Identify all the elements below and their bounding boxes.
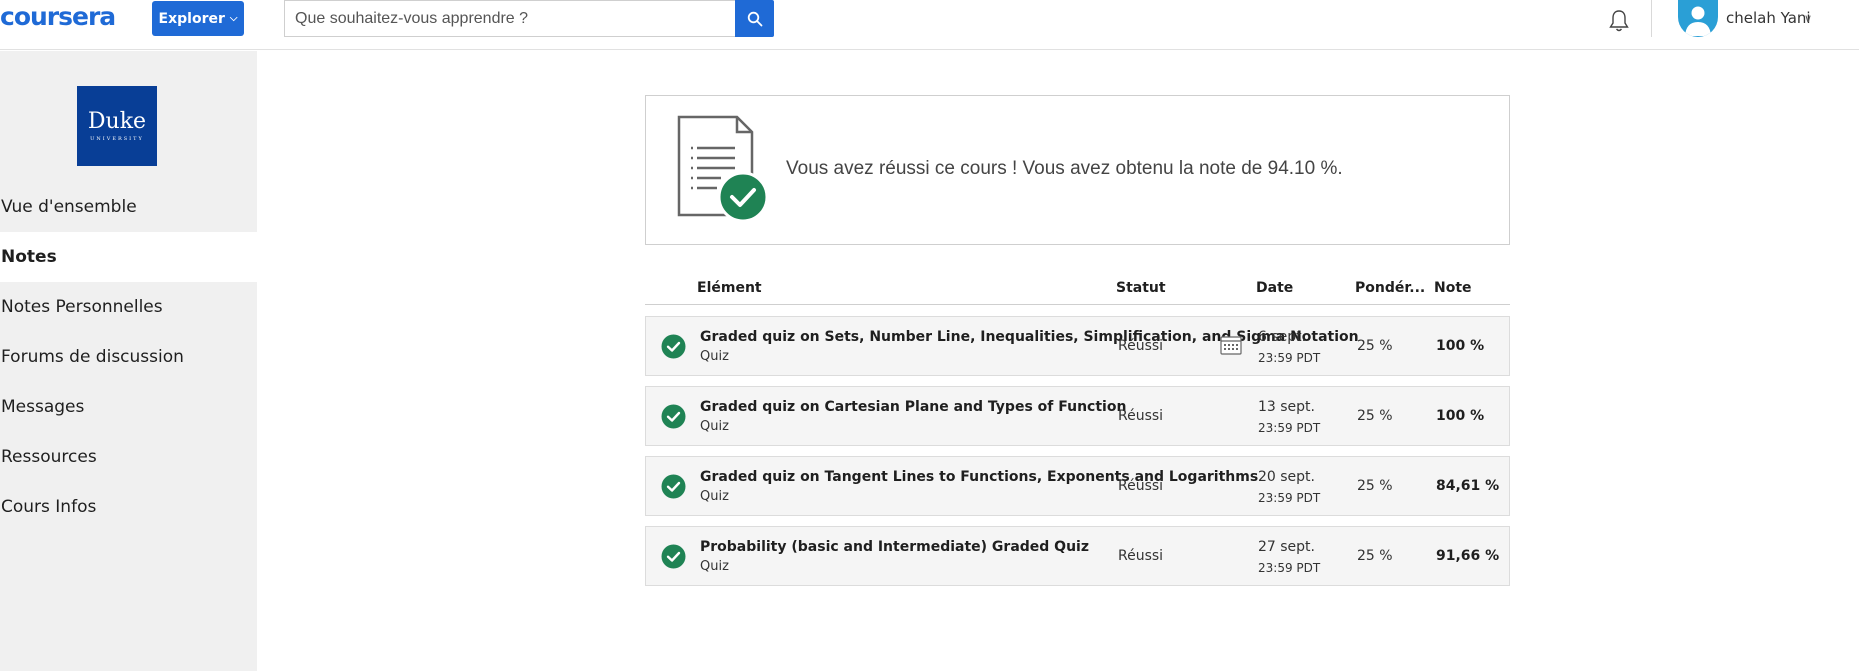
item-title-link[interactable]: Graded quiz on Cartesian Plane and Types…: [700, 399, 1126, 415]
success-check-icon: [661, 334, 686, 359]
item-grade: 84,61 %: [1436, 478, 1500, 494]
item-date: 13 sept.: [1258, 399, 1315, 415]
sidebar-item-resources[interactable]: Ressources: [0, 432, 257, 482]
search-button[interactable]: [735, 0, 774, 37]
table-row[interactable]: Graded quiz on Cartesian Plane and Types…: [645, 386, 1510, 446]
sidebar-item-forums[interactable]: Forums de discussion: [0, 332, 257, 382]
explore-button[interactable]: Explorer ⌵: [152, 1, 244, 36]
item-type: Quiz: [700, 489, 729, 504]
coursera-logo[interactable]: coursera: [0, 0, 116, 34]
item-type: Quiz: [700, 419, 729, 434]
document-check-icon: [677, 115, 767, 223]
table-row[interactable]: Graded quiz on Tangent Lines to Function…: [645, 456, 1510, 516]
header-date[interactable]: Date: [1256, 280, 1293, 296]
sidebar-item-grades[interactable]: Notes: [0, 232, 257, 282]
header-divider: [1651, 0, 1652, 37]
success-check-icon: [661, 474, 686, 499]
item-type: Quiz: [700, 559, 729, 574]
header-item[interactable]: Elément: [697, 280, 762, 296]
item-weight: 25 %: [1357, 548, 1393, 564]
chevron-down-icon[interactable]: ∨: [1804, 12, 1812, 25]
item-status: Réussi: [1118, 548, 1164, 564]
top-header: coursera Explorer ⌵ chelah Yani ∨: [0, 0, 1859, 50]
item-grade: 91,66 %: [1436, 548, 1500, 564]
item-grade: 100 %: [1436, 338, 1485, 354]
user-name[interactable]: chelah Yani: [1726, 9, 1811, 27]
item-date: 27 sept.: [1258, 539, 1315, 555]
item-title-link[interactable]: Graded quiz on Tangent Lines to Function…: [700, 469, 1258, 485]
user-icon: [1685, 6, 1711, 36]
sidebar-item-label: Forums de discussion: [1, 347, 184, 367]
item-date: 6 sept.: [1258, 329, 1307, 345]
item-time: 23:59 PDT: [1258, 491, 1321, 505]
header-grade[interactable]: Note: [1434, 280, 1472, 296]
grades-table-header: Elément Statut Date Pondér... Note: [645, 275, 1510, 305]
sidebar-item-label: Ressources: [1, 447, 97, 467]
sidebar-item-label: Vue d'ensemble: [1, 197, 137, 217]
item-grade: 100 %: [1436, 408, 1485, 424]
calendar-icon[interactable]: [1220, 335, 1242, 355]
item-time: 23:59 PDT: [1258, 561, 1321, 575]
item-title-link[interactable]: Probability (basic and Intermediate) Gra…: [700, 539, 1089, 555]
item-status: Réussi: [1118, 338, 1164, 354]
item-time: 23:59 PDT: [1258, 351, 1321, 365]
item-status: Réussi: [1118, 408, 1164, 424]
explore-label: Explorer: [158, 10, 225, 27]
success-check-icon: [661, 544, 686, 569]
item-time: 23:59 PDT: [1258, 421, 1321, 435]
sidebar: Duke UNIVERSITY Vue d'ensemble Notes Not…: [0, 51, 257, 671]
search-icon: [747, 11, 762, 26]
item-weight: 25 %: [1357, 478, 1393, 494]
sidebar-item-messages[interactable]: Messages: [0, 382, 257, 432]
bell-icon[interactable]: [1606, 8, 1632, 34]
sidebar-item-label: Notes Personnelles: [1, 297, 163, 317]
sidebar-item-course-info[interactable]: Cours Infos: [0, 482, 257, 532]
item-type: Quiz: [700, 349, 729, 364]
success-check-icon: [661, 404, 686, 429]
avatar[interactable]: [1678, 0, 1718, 37]
logo-line2: UNIVERSITY: [90, 136, 144, 142]
course-passed-message: Vous avez réussi ce cours ! Vous avez ob…: [786, 158, 1343, 179]
chevron-down-icon: ⌵: [229, 13, 238, 24]
item-weight: 25 %: [1357, 338, 1393, 354]
course-passed-banner: Vous avez réussi ce cours ! Vous avez ob…: [645, 95, 1510, 245]
duke-university-logo[interactable]: Duke UNIVERSITY: [77, 86, 157, 166]
header-status[interactable]: Statut: [1116, 280, 1166, 296]
search-input[interactable]: [284, 0, 735, 37]
table-row[interactable]: Probability (basic and Intermediate) Gra…: [645, 526, 1510, 586]
sidebar-item-overview[interactable]: Vue d'ensemble: [0, 182, 257, 232]
sidebar-item-label: Messages: [1, 397, 85, 417]
header-weight[interactable]: Pondér...: [1355, 280, 1425, 296]
item-date: 20 sept.: [1258, 469, 1315, 485]
sidebar-item-personal-notes[interactable]: Notes Personnelles: [0, 282, 257, 332]
item-weight: 25 %: [1357, 408, 1393, 424]
sidebar-item-label: Notes: [1, 247, 57, 267]
item-status: Réussi: [1118, 478, 1164, 494]
table-row[interactable]: Graded quiz on Sets, Number Line, Inequa…: [645, 316, 1510, 376]
logo-line1: Duke: [87, 109, 147, 134]
sidebar-item-label: Cours Infos: [1, 497, 97, 517]
